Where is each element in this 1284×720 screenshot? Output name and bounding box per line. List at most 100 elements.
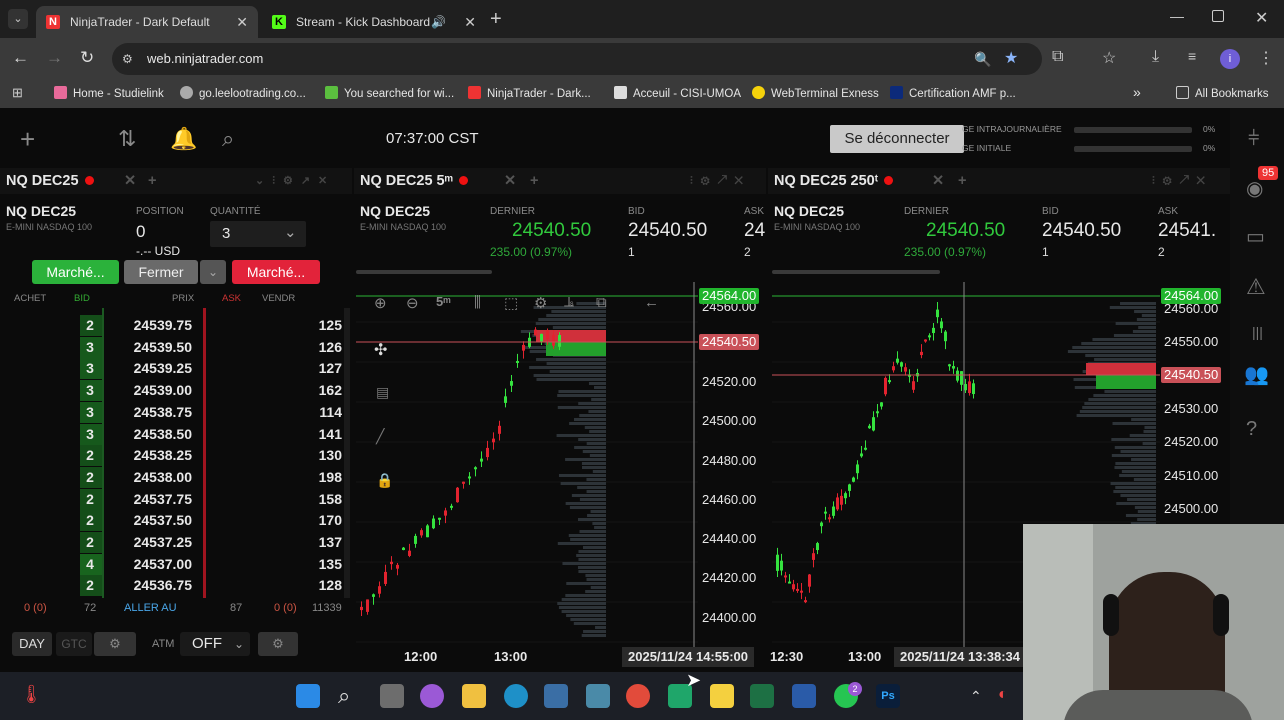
favorites-icon[interactable]: ☆: [1102, 48, 1116, 68]
speaker-icon[interactable]: 🔊: [431, 15, 446, 29]
sticky-notes-icon[interactable]: [710, 684, 734, 708]
file-explorer-icon[interactable]: [462, 684, 486, 708]
tab-ninjatrader[interactable]: N NinjaTrader - Dark Default ✕: [36, 6, 258, 38]
lock-icon[interactable]: 🔒: [376, 472, 393, 489]
bid-size[interactable]: 3: [78, 337, 102, 359]
user-circle-icon[interactable]: ◉: [1246, 176, 1263, 201]
app-icon[interactable]: [586, 684, 610, 708]
dom-row[interactable]: 2 24538.25 130: [0, 445, 350, 467]
temperature-icon[interactable]: 🌡: [20, 684, 43, 705]
tif-day-button[interactable]: DAY: [12, 632, 52, 656]
search-icon[interactable]: ⌕: [222, 126, 234, 152]
excel-icon[interactable]: [750, 684, 774, 708]
dom-row[interactable]: 3 24539.25 127: [0, 358, 350, 380]
chrome-icon[interactable]: [626, 684, 650, 708]
tab-kick[interactable]: K Stream - Kick Dashboard 🔊 ✕: [262, 6, 486, 38]
bid-size[interactable]: 2: [78, 575, 102, 597]
minimize-icon[interactable]: —: [1170, 8, 1184, 24]
chart1-canvas[interactable]: [356, 282, 698, 648]
zoom-out-icon[interactable]: ⊖: [406, 294, 419, 312]
reload-icon[interactable]: ↻: [80, 48, 94, 68]
sell-volume[interactable]: 125: [290, 315, 342, 337]
close-tab-icon[interactable]: ✕: [236, 14, 248, 31]
logout-button[interactable]: Se déconnecter: [830, 125, 964, 153]
price-level[interactable]: 24539.25: [110, 358, 202, 380]
dom-row[interactable]: 3 24539.50 126: [0, 336, 350, 359]
close-position-button[interactable]: Fermer: [124, 260, 198, 284]
dom-row[interactable]: 3 24538.50 141: [0, 423, 350, 446]
profile-avatar[interactable]: i: [1220, 49, 1240, 69]
media-icon[interactable]: ≡: [1188, 48, 1196, 64]
close-panel-icon[interactable]: ✕: [124, 168, 136, 194]
price-level[interactable]: 24538.75: [110, 402, 202, 424]
omnibox[interactable]: ⚙ web.ninjatrader.com 🔍 ★: [112, 43, 1042, 75]
columns-icon[interactable]: |||: [1252, 324, 1263, 340]
dom-row[interactable]: 3 24538.75 114: [0, 401, 350, 424]
copilot-icon[interactable]: [420, 684, 444, 708]
dom-row[interactable]: 2 24537.50 170: [0, 510, 350, 532]
close-options-chevron-icon[interactable]: ⌄: [200, 260, 226, 284]
add-panel-icon[interactable]: +: [530, 168, 538, 194]
bid-size[interactable]: 2: [78, 445, 102, 467]
crosshair-icon[interactable]: ✣: [374, 340, 387, 360]
panel-controls-icon[interactable]: ⫶⚙↗✕: [1152, 168, 1213, 194]
close-panel-icon[interactable]: ✕: [504, 168, 516, 194]
restore-icon[interactable]: [1212, 10, 1224, 22]
bid-size[interactable]: 2: [78, 532, 102, 554]
close-tab-icon[interactable]: ✕: [464, 14, 476, 31]
sell-volume[interactable]: 130: [290, 445, 342, 467]
price-level[interactable]: 24538.25: [110, 445, 202, 467]
dom-row[interactable]: 2 24537.25 137: [0, 532, 350, 554]
tif-gtc-button[interactable]: GTC: [56, 632, 92, 656]
sell-volume[interactable]: 126: [290, 337, 342, 359]
start-icon[interactable]: [296, 684, 320, 708]
close-window-icon[interactable]: ✕: [1255, 8, 1268, 28]
dom-row[interactable]: 2 24537.75 158: [0, 488, 350, 511]
price-level[interactable]: 24537.25: [110, 532, 202, 554]
price-level[interactable]: 24539.75: [110, 315, 202, 337]
bid-size[interactable]: 2: [78, 315, 102, 337]
templates-icon[interactable]: ⧉: [596, 294, 607, 311]
price-level[interactable]: 24537.75: [110, 489, 202, 511]
photoshop-icon[interactable]: Ps: [876, 684, 900, 708]
atm-select[interactable]: OFF ⌄: [180, 632, 250, 656]
menu-icon[interactable]: ⋮: [1258, 48, 1274, 68]
price-level[interactable]: 24536.75: [110, 575, 202, 597]
search-icon[interactable]: ⌕: [338, 684, 362, 708]
indicators-icon[interactable]: ⫡: [564, 294, 574, 311]
bid-size[interactable]: 4: [78, 554, 102, 576]
notes-icon[interactable]: ▤: [376, 384, 389, 401]
add-panel-icon[interactable]: +: [958, 168, 966, 194]
price-level[interactable]: 24537.50: [110, 510, 202, 532]
dom-row[interactable]: 4 24537.00 135: [0, 553, 350, 576]
chat-icon[interactable]: ▭: [1246, 224, 1265, 249]
more-bookmarks-icon[interactable]: »: [1133, 84, 1141, 100]
panel-controls-icon[interactable]: ⫶⚙↗✕: [690, 168, 751, 194]
goto-button[interactable]: ALLER AU: [124, 602, 177, 614]
buy-market-button[interactable]: Marché...: [32, 260, 119, 284]
all-bookmarks[interactable]: All Bookmarks: [1176, 86, 1269, 100]
bookmark-search[interactable]: You searched for wi...: [325, 86, 454, 100]
tray-app-icon[interactable]: ◐: [998, 686, 1008, 704]
bid-size[interactable]: 2: [78, 489, 102, 511]
site-info-icon[interactable]: ⚙: [122, 43, 133, 75]
selection-icon[interactable]: ⬚: [504, 294, 518, 312]
bookmark-ninjatrader[interactable]: NinjaTrader - Dark...: [468, 86, 591, 100]
edge-icon[interactable]: [504, 684, 528, 708]
tray-chevron-icon[interactable]: ⌃: [970, 688, 982, 705]
price-level[interactable]: 24538.50: [110, 424, 202, 446]
add-panel-icon[interactable]: +: [148, 168, 156, 194]
bell-icon[interactable]: 🔔: [170, 126, 197, 152]
dom-row[interactable]: 2 24539.75 125: [0, 315, 350, 337]
forward-icon[interactable]: →: [46, 48, 63, 68]
sort-arrows-icon[interactable]: ⇅: [118, 126, 136, 152]
bid-size[interactable]: 3: [78, 358, 102, 380]
candle-type-icon[interactable]: ⫼: [474, 294, 481, 311]
bid-size[interactable]: 3: [78, 424, 102, 446]
sell-volume[interactable]: 158: [290, 489, 342, 511]
sell-volume[interactable]: 162: [290, 380, 342, 402]
sell-volume[interactable]: 141: [290, 424, 342, 446]
bid-size[interactable]: 3: [78, 380, 102, 402]
close-panel-icon[interactable]: ✕: [932, 168, 944, 194]
price-level[interactable]: 24538.00: [110, 467, 202, 489]
